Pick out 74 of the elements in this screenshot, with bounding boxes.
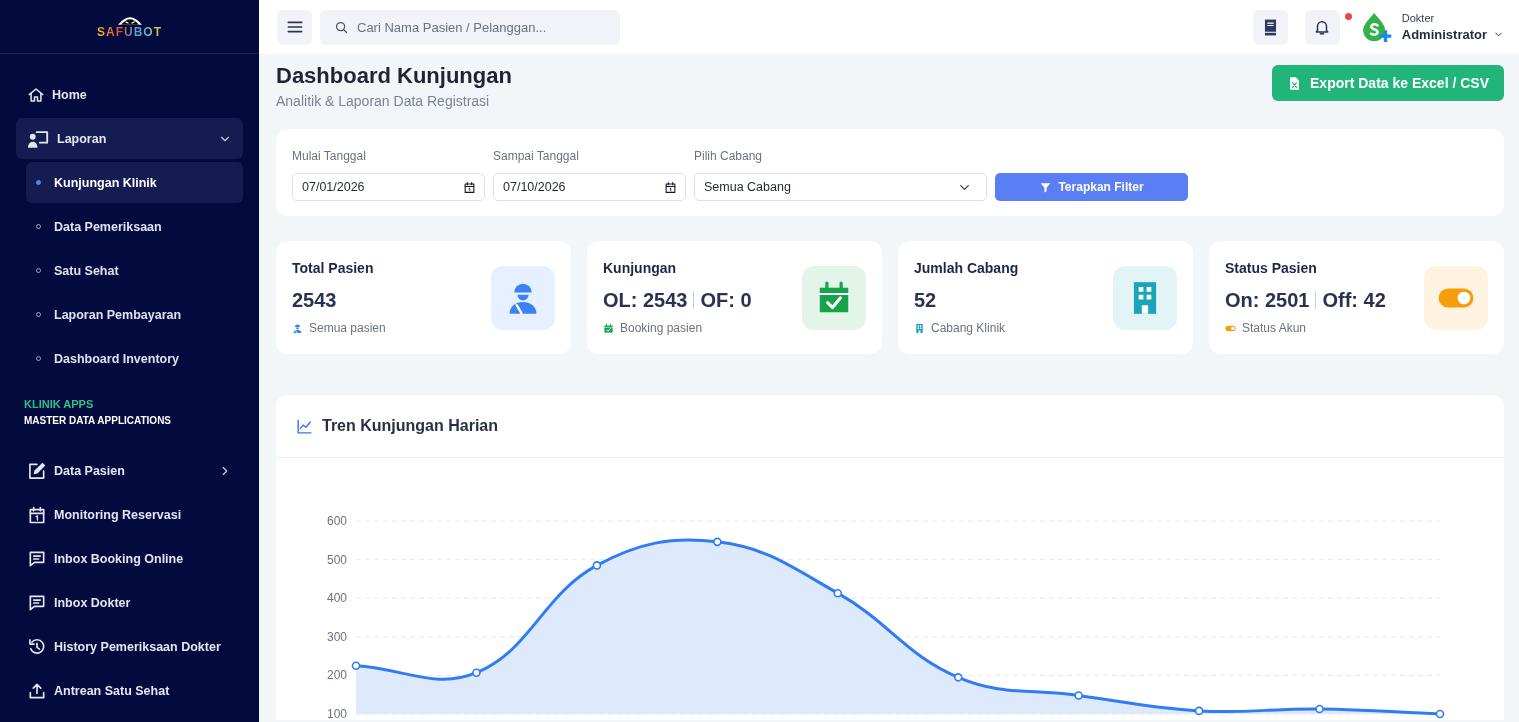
sidebar-menu-item[interactable]: Home [16,74,243,115]
date-field[interactable]: 07/10/2026 [493,173,686,201]
sidebar-menu-item[interactable]: Monitoring Reservasi [16,494,243,535]
search-icon [334,19,349,35]
y-axis-label: 100 [326,707,347,720]
sidebar-submenu-item[interactable]: Laporan Pembayaran [26,294,243,335]
stat-note: Booking pasien [620,320,703,336]
stat-title: Jumlah Cabang [914,259,1019,277]
y-axis-label: 600 [326,514,347,528]
section-subtitle: MASTER DATA APPLICATIONS [24,414,173,428]
field-label: Pilih Cabang [694,148,764,164]
sidebar-submenu-item[interactable]: Dashboard Inventory [26,338,243,379]
page-subtitle: Analitik & Laporan Data Registrasi [276,92,491,110]
stat-value: Off: 42 [1322,288,1386,313]
data-point [833,588,843,598]
page-title: Dashboard Kunjungan [276,62,512,90]
user-role: Dokter [1401,11,1436,26]
stat-value: 2543 [292,288,337,313]
sidebar-menu-item[interactable]: Laporan [16,118,243,159]
data-point [713,537,722,547]
notifications-button[interactable] [1304,9,1340,45]
stat-note: Status Akun [1242,320,1307,336]
stat-value: On: 2501 [1225,288,1310,313]
sidebar-submenu-item[interactable]: Satu Sehat [26,250,243,291]
calendar-icon [27,504,47,525]
user-name[interactable]: Administrator [1401,26,1487,43]
data-point [1315,704,1324,714]
chart-title: Tren Kunjungan Harian [322,417,498,435]
stat-value: OF: 0 [700,288,752,313]
home-icon [27,85,45,104]
menu-button[interactable] [277,9,312,45]
date-field[interactable]: 07/01/2026 [292,173,485,201]
stat-note: Semua pasien [309,320,386,336]
stat-note: Cabang Klinik [931,320,1006,336]
y-axis-label: 400 [326,591,347,606]
stat-value: 52 [914,288,937,313]
data-point [472,668,481,677]
section-title: KLINIK APPS [24,397,95,411]
data-point [953,673,963,682]
stat-value: OL: 2543 [603,288,688,313]
stat-title: Kunjungan [603,259,678,277]
data-point [1194,706,1204,716]
field-label: Mulai Tanggal [292,148,367,164]
stat-title: Status Pasien [1225,259,1318,277]
calendar-icon [463,180,476,194]
data-point [592,561,602,570]
filter-icon [1039,180,1053,194]
branch-select[interactable]: Semua Cabang [694,173,987,201]
field-label: Sampai Tanggal [493,148,580,164]
sidebar-menu-item[interactable]: Antrean Satu Sehat [16,670,243,711]
data-point [1074,691,1083,700]
line-chart-icon [296,417,313,435]
apply-filter-button[interactable]: Terapkan Filter [995,173,1188,201]
sidebar-menu-item[interactable]: Inbox Booking Online [16,538,243,579]
sidebar-submenu-item[interactable]: Data Pemeriksaan [26,206,243,247]
bullet-dot-icon [36,180,41,185]
y-axis-label: 200 [326,668,347,683]
book-button[interactable] [1252,9,1288,45]
search-field[interactable]: Cari Nama Pasien / Pelanggan... [320,9,620,45]
sidebar-menu-item[interactable]: History Pemeriksaan Dokter [16,626,243,667]
building-icon [914,322,925,334]
calendar-check-icon [603,322,614,334]
sidebar-menu-item[interactable]: Data Pasien [16,450,243,491]
worker-icon [292,322,303,334]
history-icon [27,636,47,657]
calendar-icon [664,180,677,194]
data-point [351,661,361,671]
y-axis-label: 300 [326,629,347,644]
stat-title: Total Pasien [292,259,375,277]
sidebar-menu-item[interactable]: Inbox Dokter [16,582,243,623]
sidebar-submenu-item[interactable]: Kunjungan Klinik [26,162,243,203]
pencil-square-icon [27,460,47,481]
y-axis-label: 500 [326,552,347,567]
logo-text: SAFUBOT [97,25,162,39]
